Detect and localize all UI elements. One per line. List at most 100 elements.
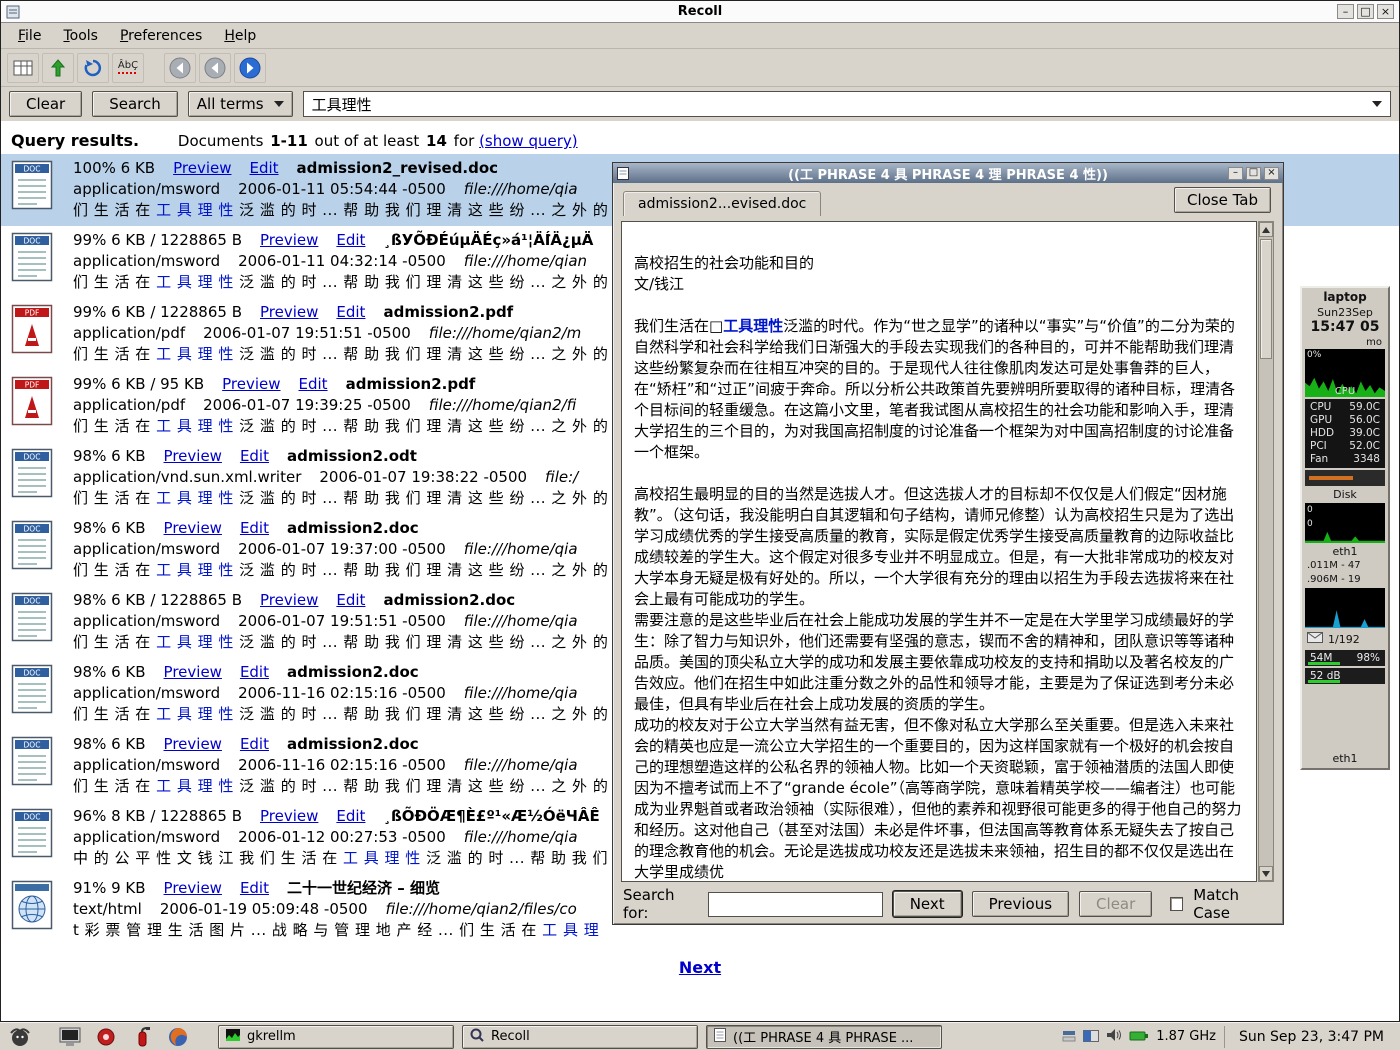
pager-icon[interactable]: [1083, 1027, 1099, 1046]
edit-link[interactable]: Edit: [240, 735, 269, 753]
show-query-link[interactable]: (show query): [479, 132, 578, 150]
taskbar-clock[interactable]: Sun Sep 23, 3:47 PM: [1224, 1026, 1394, 1048]
result-filename: 二十一世纪经济 – 细览: [287, 879, 440, 897]
sort-button[interactable]: [42, 53, 74, 83]
preview-link[interactable]: Preview: [173, 159, 231, 177]
next-results-link[interactable]: Next: [679, 958, 721, 977]
find-input[interactable]: [708, 892, 883, 917]
volume-icon[interactable]: [1106, 1027, 1122, 1046]
clear-search-button[interactable]: [7, 53, 39, 83]
taskbar-button[interactable]: ((工 PHRASE 4 具 PHRASE ...: [706, 1025, 942, 1049]
disk-write-value: 0: [1307, 519, 1313, 529]
html-file-icon: [11, 878, 73, 946]
pdf-file-icon: PDF: [11, 302, 73, 370]
maximize-icon[interactable]: □: [1246, 167, 1261, 180]
scroll-down-icon[interactable]: [1259, 866, 1273, 881]
extinguisher-icon[interactable]: [128, 1024, 156, 1050]
result-filename: ¸ßÕÐÖÆ¶È£º¹«Æ½ÓëЧÂÊ: [383, 807, 599, 825]
edit-link[interactable]: Edit: [240, 447, 269, 465]
minimize-icon[interactable]: –: [1337, 4, 1354, 19]
recoll-app-icon: [6, 5, 20, 19]
clear-button[interactable]: Clear: [9, 91, 82, 117]
edit-link[interactable]: Edit: [299, 375, 328, 393]
menu-item-help[interactable]: Help: [215, 26, 265, 46]
result-relevance: 99% 6 KB / 1228865 B: [73, 231, 242, 249]
search-button[interactable]: Search: [92, 91, 178, 117]
preview-link[interactable]: Preview: [164, 519, 222, 537]
gkrellm-disk-chart: 0 0: [1305, 503, 1385, 543]
prev-page-button[interactable]: [199, 53, 231, 83]
preview-link[interactable]: Preview: [260, 807, 318, 825]
doc-file-icon: DOC: [11, 734, 73, 802]
scrollbar-thumb[interactable]: [1260, 239, 1272, 359]
terminal-icon[interactable]: [56, 1024, 84, 1050]
preview-link[interactable]: Preview: [164, 879, 222, 897]
search-bar: Clear Search All terms 工具理性: [1, 87, 1399, 121]
red-app-icon[interactable]: [92, 1024, 120, 1050]
edit-link[interactable]: Edit: [336, 591, 365, 609]
edit-link[interactable]: Edit: [249, 159, 278, 177]
find-next-button[interactable]: Next: [893, 891, 962, 917]
preview-text: 文/钱江: [634, 275, 684, 293]
preview-scrollbar[interactable]: [1258, 221, 1274, 882]
result-mimetype: application/msword: [73, 684, 220, 702]
main-titlebar[interactable]: Recoll – □ ×: [1, 1, 1399, 23]
svg-text:DOC: DOC: [24, 237, 41, 246]
gkrellm-hostname: laptop: [1302, 288, 1388, 306]
taskbar-button[interactable]: gkrellm: [218, 1025, 454, 1049]
result-relevance: 98% 6 KB: [73, 447, 146, 465]
battery-icon[interactable]: [1129, 1027, 1149, 1046]
snippet-text: 泛 滥 的 时 ... 帮 助 我 们 理 清 这 些 纷 ... 之 外 的: [234, 777, 608, 795]
history-chevron-icon[interactable]: [1372, 101, 1382, 107]
scroll-up-icon[interactable]: [1259, 222, 1273, 237]
close-icon[interactable]: ×: [1264, 167, 1279, 180]
preview-content[interactable]: 高校招生的社会功能和目的文/钱江我们生活在□工具理性泛滥的时代。作为“世之显学”…: [621, 221, 1257, 882]
gkrellm-window[interactable]: laptop Sun23Sep 15:47 05 mo 0% CPU CPU59…: [1300, 286, 1390, 770]
snippet-text: 们 生 活 在: [73, 345, 156, 363]
next-page-button[interactable]: [234, 53, 266, 83]
snippet-match: 工 具 理 性: [156, 417, 234, 435]
menu-item-tools[interactable]: Tools: [54, 26, 107, 46]
edit-link[interactable]: Edit: [336, 807, 365, 825]
match-case-checkbox[interactable]: [1170, 897, 1183, 911]
snippet-match: 工 具 理 性: [156, 561, 234, 579]
snippet-text: 泛 滥 的 时 ... 帮 助 我 们 理 清 这 些 纷 ... 之 外 的: [234, 273, 608, 291]
edit-link[interactable]: Edit: [336, 231, 365, 249]
preview-link[interactable]: Preview: [260, 591, 318, 609]
gnu-icon[interactable]: [6, 1024, 34, 1050]
maximize-icon[interactable]: □: [1357, 4, 1374, 19]
close-tab-button[interactable]: Close Tab: [1174, 187, 1271, 213]
preview-link[interactable]: Preview: [164, 735, 222, 753]
keyboard-layout-icon[interactable]: [1062, 1027, 1076, 1046]
doc-file-icon: DOC: [11, 446, 73, 514]
find-clear-button[interactable]: Clear: [1079, 891, 1152, 917]
minimize-icon[interactable]: –: [1228, 167, 1243, 180]
preview-titlebar[interactable]: ((工 PHRASE 4 具 PHRASE 4 理 PHRASE 4 性)) –…: [613, 163, 1283, 183]
preview-link[interactable]: Preview: [222, 375, 280, 393]
term-explorer-button[interactable]: ÂbÇ: [112, 53, 144, 83]
preview-paragraph: 我们生活在□工具理性泛滥的时代。作为“世之显学”的诸种以“事实”与“价值”的二分…: [634, 316, 1244, 463]
edit-link[interactable]: Edit: [240, 519, 269, 537]
menu-item-file[interactable]: File: [9, 26, 50, 46]
preview-link[interactable]: Preview: [260, 231, 318, 249]
taskbar-button[interactable]: Recoll: [462, 1025, 698, 1049]
first-page-button[interactable]: [164, 53, 196, 83]
preview-link[interactable]: Preview: [164, 663, 222, 681]
preview-link[interactable]: Preview: [260, 303, 318, 321]
menu-item-preferences[interactable]: Preferences: [111, 26, 211, 46]
firefox-icon[interactable]: [164, 1024, 192, 1050]
preview-window-icon: [617, 167, 629, 180]
preview-tab[interactable]: admission2...evised.doc: [623, 191, 821, 216]
task-window-icon: [226, 1029, 240, 1045]
edit-link[interactable]: Edit: [336, 303, 365, 321]
result-url: file:///home/qian2/m: [429, 324, 581, 342]
close-icon[interactable]: ×: [1377, 4, 1394, 19]
edit-link[interactable]: Edit: [240, 879, 269, 897]
search-input[interactable]: 工具理性: [303, 91, 1391, 117]
preview-text: 高校招生最明显的目的当然是选拔人才。但这选拔人才的目标却不仅仅是人们假定“因材施…: [634, 485, 1234, 608]
preview-link[interactable]: Preview: [164, 447, 222, 465]
search-mode-select[interactable]: All terms: [188, 91, 293, 117]
find-previous-button[interactable]: Previous: [972, 891, 1069, 917]
update-index-button[interactable]: [77, 53, 109, 83]
edit-link[interactable]: Edit: [240, 663, 269, 681]
